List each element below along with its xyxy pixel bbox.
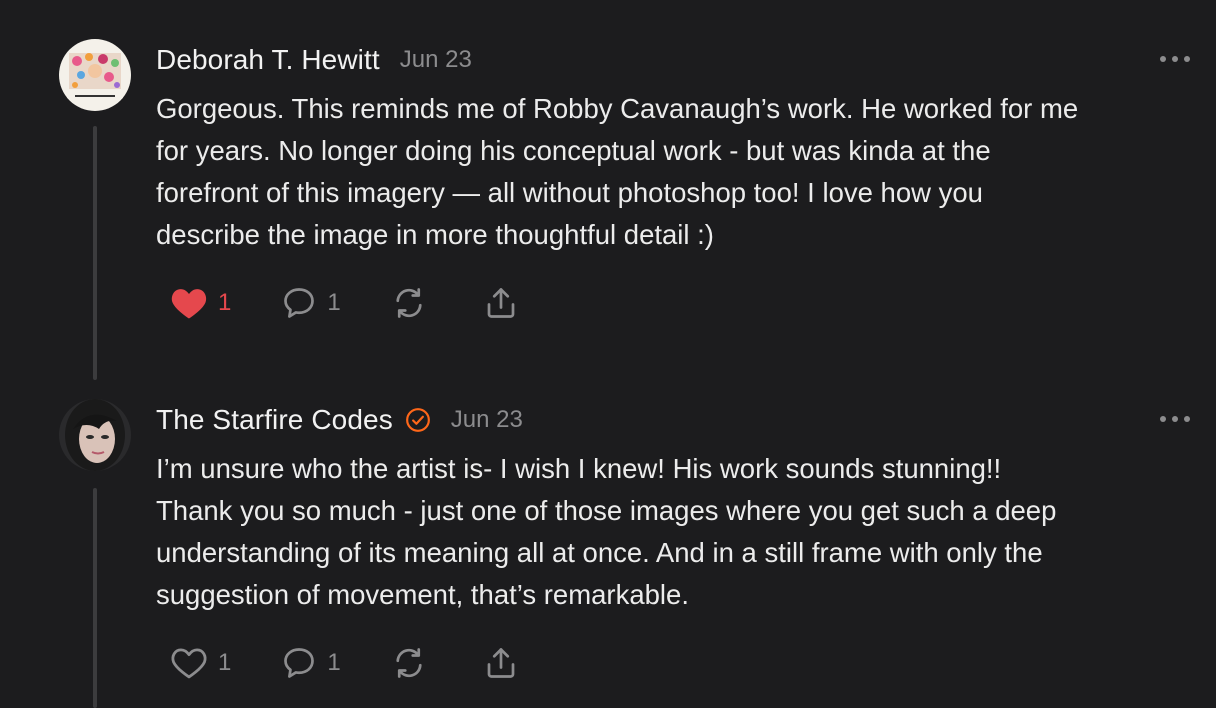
- like-count: 1: [218, 649, 232, 676]
- avatar[interactable]: [59, 39, 131, 111]
- restack-icon: [396, 288, 422, 318]
- comment-line: suggestion of movement, that’s remarkabl…: [156, 579, 689, 610]
- avatar[interactable]: [59, 399, 131, 471]
- thread-line: [93, 126, 97, 380]
- author-name[interactable]: Deborah T. Hewitt: [156, 44, 380, 76]
- share-icon: [487, 648, 515, 678]
- comment-line: forefront of this imagery — all without …: [156, 177, 983, 208]
- comment-date[interactable]: Jun 23: [400, 46, 472, 74]
- thread-line: [93, 488, 97, 708]
- comment-body: Gorgeous. This reminds me of Robby Cavan…: [156, 88, 1196, 256]
- comment-line: I’m unsure who the artist is- I wish I k…: [156, 453, 1002, 484]
- comment-actions: 1 1: [170, 283, 575, 323]
- more-icon[interactable]: [1160, 413, 1190, 425]
- comment-header: The Starfire Codes Jun 23: [156, 400, 523, 440]
- share-button[interactable]: [483, 645, 519, 681]
- reply-count: 1: [327, 289, 341, 316]
- share-button[interactable]: [483, 285, 519, 321]
- reply-count: 1: [327, 649, 341, 676]
- comment-header: Deborah T. Hewitt Jun 23: [156, 40, 472, 80]
- reply-button[interactable]: 1: [281, 645, 341, 681]
- comment-line: Gorgeous. This reminds me of Robby Cavan…: [156, 93, 1079, 124]
- comment-2: The Starfire Codes Jun 23 I’m unsure who…: [0, 380, 1216, 708]
- heart-icon: [171, 648, 207, 679]
- share-icon: [487, 288, 515, 318]
- comment-bubble-icon: [284, 648, 315, 678]
- like-button[interactable]: 1: [170, 286, 231, 320]
- comment-line: understanding of its meaning all at once…: [156, 537, 1043, 568]
- restack-button[interactable]: [391, 645, 427, 681]
- like-button[interactable]: 1: [170, 646, 231, 680]
- comment-actions: 1 1: [170, 643, 575, 683]
- author-name[interactable]: The Starfire Codes: [156, 404, 393, 436]
- reply-button[interactable]: 1: [281, 285, 341, 321]
- comment-1: Deborah T. Hewitt Jun 23 Gorgeous. This …: [0, 0, 1216, 380]
- restack-button[interactable]: [391, 285, 427, 321]
- comment-body: I’m unsure who the artist is- I wish I k…: [156, 448, 1196, 616]
- comment-date[interactable]: Jun 23: [451, 406, 523, 434]
- heart-icon: [171, 289, 207, 319]
- comment-line: for years. No longer doing his conceptua…: [156, 135, 991, 166]
- comment-line: Thank you so much - just one of those im…: [156, 495, 1057, 526]
- restack-icon: [396, 648, 422, 678]
- more-icon[interactable]: [1160, 53, 1190, 65]
- comment-line: describe the image in more thoughtful de…: [156, 219, 714, 250]
- like-count: 1: [218, 289, 232, 316]
- verified-badge-icon: [405, 408, 430, 432]
- comment-bubble-icon: [284, 288, 315, 318]
